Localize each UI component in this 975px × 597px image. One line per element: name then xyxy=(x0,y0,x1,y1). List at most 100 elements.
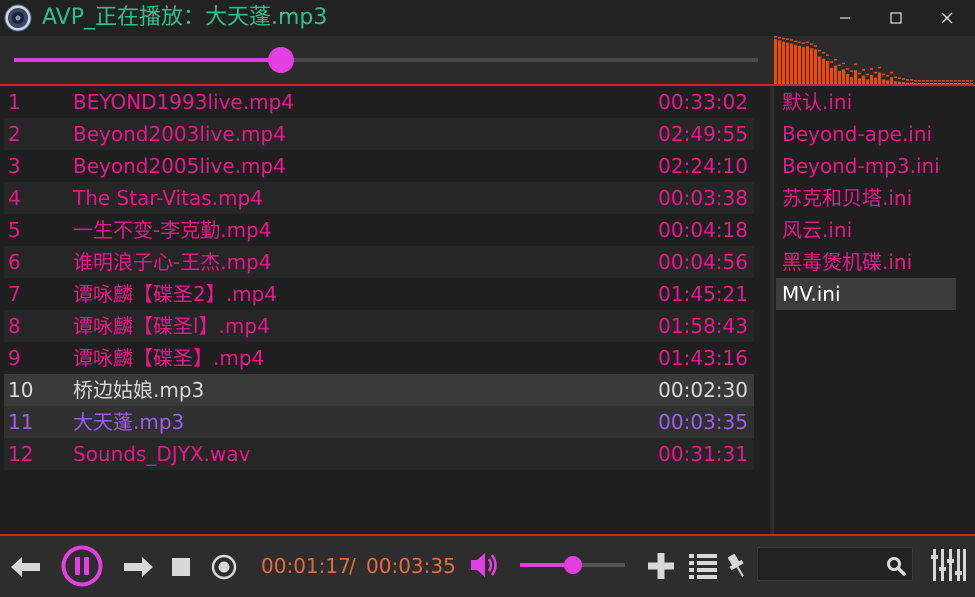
spectrum-peak xyxy=(854,63,857,66)
spectrum-bar xyxy=(818,56,821,84)
preset-item[interactable]: MV.ini xyxy=(776,278,956,310)
playlist-row[interactable]: 8 谭咏麟【碟圣l】.mp4 01:58:43 xyxy=(4,310,754,342)
spectrum-bar xyxy=(850,77,853,84)
track-name: The Star-Vitas.mp4 xyxy=(73,186,263,210)
spectrum-peak xyxy=(874,71,877,74)
spectrum-bar xyxy=(794,44,797,84)
playlist-row[interactable]: 2 Beyond2003live.mp4 02:49:55 xyxy=(4,118,754,150)
track-name: 谁明浪子心-王杰.mp4 xyxy=(73,250,272,274)
spectrum-peak xyxy=(930,80,933,82)
volume-thumb[interactable] xyxy=(563,556,582,574)
track-duration: 00:31:31 xyxy=(658,442,748,466)
track-name: Sounds_DJYX.wav xyxy=(73,442,251,466)
playlist-row[interactable]: 6 谁明浪子心-王杰.mp4 00:04:56 xyxy=(4,246,754,278)
spectrum-bar xyxy=(826,61,829,84)
track-duration: 00:03:35 xyxy=(658,410,748,434)
spectrum-peak xyxy=(938,80,941,82)
track-number: 8 xyxy=(8,314,21,338)
spectrum-peak xyxy=(774,36,777,38)
track-number: 3 xyxy=(8,154,21,178)
spectrum-bar xyxy=(838,71,841,84)
volume-button[interactable] xyxy=(470,551,500,579)
track-number: 7 xyxy=(8,282,21,306)
previous-icon xyxy=(11,557,40,577)
spectrum-bar xyxy=(778,40,781,84)
next-button[interactable] xyxy=(122,553,154,581)
maximize-icon xyxy=(890,12,902,24)
time-separator: / xyxy=(349,554,356,578)
spectrum-peak xyxy=(886,75,889,77)
preset-list: 默认.ini Beyond-ape.ini Beyond-mp3.ini 苏克和贝塔.… xyxy=(772,86,975,534)
playlist-row[interactable]: 10 桥边姑娘.mp3 00:02:30 xyxy=(4,374,754,406)
search-box xyxy=(757,547,913,581)
track-number: 6 xyxy=(8,250,21,274)
track-name: 谭咏麟【碟圣l】.mp4 xyxy=(73,314,270,338)
stop-button[interactable] xyxy=(170,556,192,578)
playlist-row[interactable]: 7 谭咏麟【碟圣2】.mp4 01:45:21 xyxy=(4,278,754,310)
minimize-button[interactable] xyxy=(820,0,870,36)
minimize-icon xyxy=(840,17,850,19)
seek-progress xyxy=(14,58,282,62)
track-number: 2 xyxy=(8,122,21,146)
seek-thumb[interactable] xyxy=(268,47,295,73)
spectrum-peak xyxy=(914,80,917,82)
spectrum-bar xyxy=(862,75,865,84)
preset-item[interactable]: Beyond-ape.ini xyxy=(776,118,956,150)
spectrum-peak xyxy=(906,79,909,81)
spectrum-peak xyxy=(858,72,861,75)
window-title: AVP_正在播放：大天蓬.mp3 xyxy=(42,5,328,30)
spectrum-bar xyxy=(870,74,873,84)
playlist-row[interactable]: 9 谭咏麟【碟圣】.mp4 01:43:16 xyxy=(4,342,754,374)
spectrum-peak xyxy=(894,76,897,78)
playlist-row[interactable]: 4 The Star-Vitas.mp4 00:03:38 xyxy=(4,182,754,214)
preset-item[interactable]: 苏克和贝塔.ini xyxy=(776,182,956,214)
playlist-row[interactable]: 3 Beyond2005live.mp4 02:24:10 xyxy=(4,150,754,182)
close-button[interactable] xyxy=(922,0,972,36)
spectrum-bar xyxy=(830,67,833,84)
preset-item[interactable]: Beyond-mp3.ini xyxy=(776,150,956,182)
spectrum-bar xyxy=(846,73,849,84)
playlist-row[interactable]: 11 大天蓬.mp3 00:03:35 xyxy=(4,406,754,438)
track-duration: 01:45:21 xyxy=(658,282,748,306)
pin-button[interactable] xyxy=(726,551,748,581)
preset-item[interactable]: 黑毒煲机碟.ini xyxy=(776,246,956,278)
spectrum-peak xyxy=(966,80,969,82)
track-number: 9 xyxy=(8,346,21,370)
pause-button[interactable] xyxy=(61,545,103,587)
elapsed-time: 00:01:17 xyxy=(261,554,351,578)
playlist-row[interactable]: 12 Sounds_DJYX.wav 00:31:31 xyxy=(4,438,754,470)
track-duration: 02:49:55 xyxy=(658,122,748,146)
pin-icon xyxy=(727,553,744,577)
spectrum-peak xyxy=(794,40,797,43)
maximize-button[interactable] xyxy=(871,0,921,36)
spectrum-bar xyxy=(802,47,805,84)
speaker-app-icon xyxy=(4,4,32,32)
stop-icon xyxy=(172,558,190,576)
spectrum-peak xyxy=(850,70,853,72)
equalizer-button[interactable] xyxy=(929,546,967,584)
spectrum-peak xyxy=(958,80,961,82)
spectrum-peak xyxy=(834,59,837,61)
spectrum-bar xyxy=(842,69,845,84)
preset-item[interactable]: 默认.ini xyxy=(776,86,956,118)
previous-button[interactable] xyxy=(10,553,42,581)
spectrum-bar xyxy=(790,43,793,84)
preset-item[interactable]: 风云.ini xyxy=(776,214,956,246)
spectrum-peak xyxy=(790,39,793,41)
spectrum-bar xyxy=(810,48,813,84)
search-input[interactable] xyxy=(764,553,874,575)
playlist-row[interactable]: 5 一生不变-李克勤.mp4 00:04:18 xyxy=(4,214,754,246)
track-name: 一生不变-李克勤.mp4 xyxy=(73,218,272,242)
search-icon[interactable] xyxy=(886,556,906,576)
track-duration: 00:02:30 xyxy=(658,378,748,402)
spectrum-bar xyxy=(878,72,881,84)
record-button[interactable] xyxy=(210,553,238,581)
playlist-button[interactable] xyxy=(688,551,718,581)
spectrum-peak xyxy=(818,49,821,52)
add-button[interactable] xyxy=(646,551,676,581)
spectrum-bar xyxy=(822,58,825,84)
track-name: 谭咏麟【碟圣2】.mp4 xyxy=(73,282,277,306)
spectrum-peak xyxy=(910,79,913,81)
spectrum-peak xyxy=(778,36,781,39)
playlist-row[interactable]: 1 BEYOND1993live.mp4 00:33:02 xyxy=(4,86,754,118)
